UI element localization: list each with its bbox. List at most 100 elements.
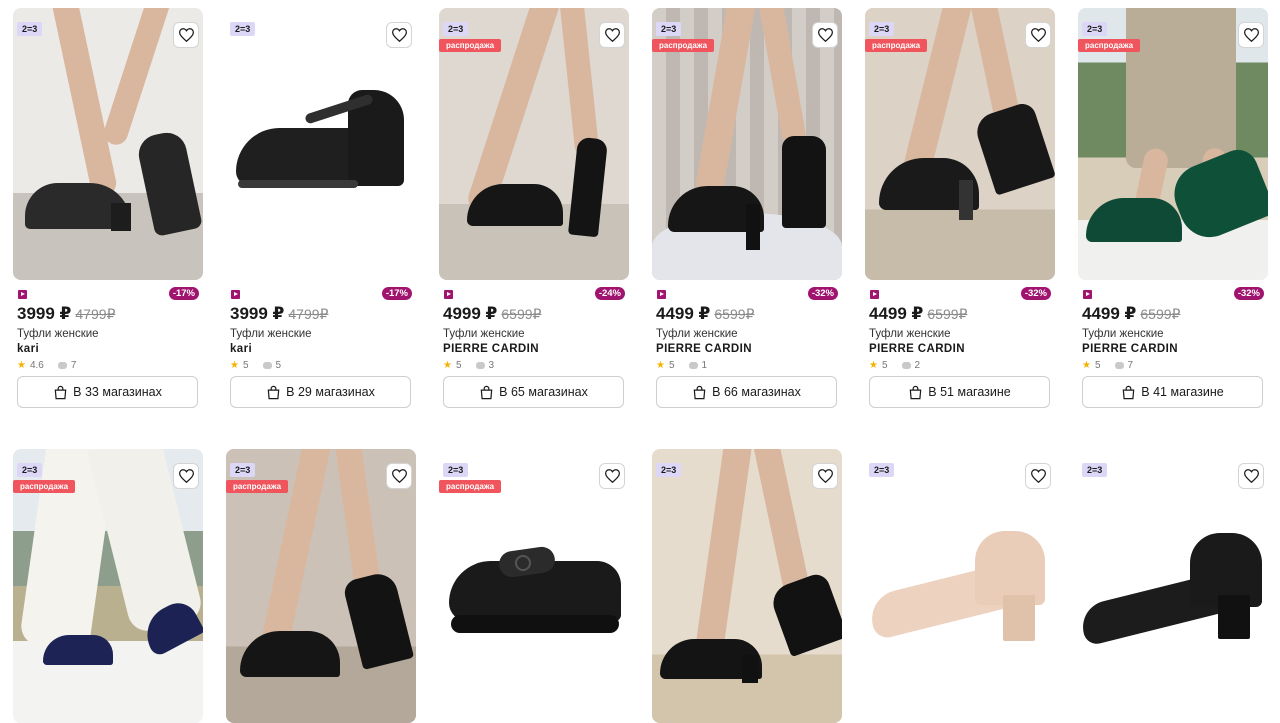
promo-badge: 2=3 (443, 463, 469, 477)
store-availability-button[interactable]: В 41 магазине (1082, 376, 1263, 408)
heart-icon (391, 469, 407, 483)
product-card[interactable]: 2=3 распродажа -32% 4499 ₽6599₽ Туфли же… (1078, 8, 1268, 408)
product-image[interactable]: 2=3 распродажа (652, 8, 842, 280)
product-image[interactable]: 2=3 (1078, 449, 1268, 723)
current-price: 4499 ₽ (1082, 304, 1137, 323)
product-image[interactable]: 2=3 (13, 8, 203, 280)
product-image[interactable]: 2=3 распродажа (439, 449, 629, 723)
promo-badge: 2=3 (17, 22, 43, 36)
favorite-button[interactable] (386, 463, 412, 489)
promo-badge: 2=3 (869, 22, 895, 36)
sale-badge: распродажа (1078, 39, 1141, 52)
store-availability-label: В 66 магазинах (712, 385, 801, 399)
product-image[interactable]: 2=3 распродажа (13, 449, 203, 723)
heart-icon (604, 469, 620, 483)
product-card[interactable]: 2=3 распродажа (13, 449, 203, 723)
star-icon: ★ (869, 360, 878, 371)
product-info: -24% 4999 ₽6599₽ Туфли женские PIERRE CA… (439, 280, 629, 408)
heart-icon (817, 28, 833, 42)
store-availability-button[interactable]: В 33 магазинах (17, 376, 198, 408)
review-count: 2 (914, 360, 921, 371)
promo-badge: 2=3 (656, 22, 682, 36)
store-availability-button[interactable]: В 29 магазинах (230, 376, 411, 408)
current-price: 4499 ₽ (869, 304, 924, 323)
product-image[interactable]: 2=3 распродажа (1078, 8, 1268, 280)
comment-icon (901, 362, 911, 369)
old-price: 4799₽ (75, 306, 116, 322)
product-card[interactable]: 2=3 распродажа -32% 4499 ₽6599₽ Туфли же… (652, 8, 842, 408)
rating-row: ★ 5 5 (230, 360, 281, 371)
favorite-button[interactable] (173, 463, 199, 489)
promo-badge: 2=3 (1082, 463, 1108, 477)
product-card[interactable]: 2=3 (652, 449, 842, 723)
favorite-button[interactable] (812, 22, 838, 48)
review-count: 5 (275, 360, 282, 371)
product-card[interactable]: 2=3 (1078, 449, 1268, 723)
favorite-button[interactable] (812, 463, 838, 489)
product-card[interactable]: 2=3 распродажа (226, 449, 416, 723)
favorite-button[interactable] (599, 463, 625, 489)
product-title[interactable]: Туфли женские (656, 328, 738, 340)
product-card[interactable]: 2=3 -17% 3999 ₽4799₽ Туфли женские kari … (226, 8, 416, 408)
video-badge-icon (657, 290, 666, 299)
review-count: 3 (488, 360, 495, 371)
product-card[interactable]: 2=3 распродажа (439, 449, 629, 723)
product-title[interactable]: Туфли женские (17, 328, 99, 340)
promo-badge: 2=3 (1082, 22, 1108, 36)
product-image[interactable]: 2=3 (865, 449, 1055, 723)
heart-icon (1243, 28, 1259, 42)
favorite-button[interactable] (386, 22, 412, 48)
favorite-button[interactable] (1025, 463, 1051, 489)
rating-row: ★ 5 2 (869, 360, 920, 371)
discount-badge: -32% (807, 287, 838, 300)
product-title[interactable]: Туфли женские (1082, 328, 1164, 340)
shopping-bag-icon (480, 385, 493, 399)
product-info: -17% 3999 ₽4799₽ Туфли женские kari ★ 4.6… (13, 280, 203, 408)
promo-badge: 2=3 (869, 463, 895, 477)
discount-badge: -24% (594, 287, 625, 300)
product-card[interactable]: 2=3 (865, 449, 1055, 723)
heart-icon (178, 469, 194, 483)
rating-value: 5 (1094, 360, 1101, 371)
store-availability-button[interactable]: В 51 магазине (869, 376, 1050, 408)
product-grid: 2=3 -17% 3999 ₽4799₽ Туфли женские kari … (0, 0, 1280, 723)
product-info: -17% 3999 ₽4799₽ Туфли женские kari ★ 5 5 … (226, 280, 416, 408)
product-brand: PIERRE CARDIN (869, 343, 965, 355)
rating-value: 5 (455, 360, 462, 371)
shopping-bag-icon (267, 385, 280, 399)
favorite-button[interactable] (173, 22, 199, 48)
price: 4999 ₽6599₽ (443, 304, 541, 324)
sale-badge: распродажа (865, 39, 928, 52)
favorite-button[interactable] (1025, 22, 1051, 48)
product-image[interactable]: 2=3 распродажа (226, 449, 416, 723)
product-card[interactable]: 2=3 распродажа -32% 4499 ₽6599₽ Туфли же… (865, 8, 1055, 408)
review-count: 7 (70, 360, 77, 371)
product-image[interactable]: 2=3 (226, 8, 416, 280)
product-image[interactable]: 2=3 распродажа (439, 8, 629, 280)
product-title[interactable]: Туфли женские (869, 328, 951, 340)
product-title[interactable]: Туфли женские (443, 328, 525, 340)
star-icon: ★ (656, 360, 665, 371)
favorite-button[interactable] (599, 22, 625, 48)
product-brand: PIERRE CARDIN (1082, 343, 1178, 355)
rating-row: ★ 4.6 7 (17, 360, 76, 371)
store-availability-button[interactable]: В 65 магазинах (443, 376, 624, 408)
product-brand: PIERRE CARDIN (656, 343, 752, 355)
old-price: 6599₽ (1140, 306, 1181, 322)
product-title[interactable]: Туфли женские (230, 328, 312, 340)
product-card[interactable]: 2=3 распродажа -24% 4999 ₽6599₽ Туфли же… (439, 8, 629, 408)
product-image[interactable]: 2=3 (652, 449, 842, 723)
shopping-bag-icon (693, 385, 706, 399)
store-availability-button[interactable]: В 66 магазинах (656, 376, 837, 408)
favorite-button[interactable] (1238, 463, 1264, 489)
star-icon: ★ (1082, 360, 1091, 371)
store-availability-label: В 29 магазинах (286, 385, 375, 399)
product-info: -32% 4499 ₽6599₽ Туфли женские PIERRE CA… (865, 280, 1055, 408)
star-icon: ★ (230, 360, 239, 371)
product-card[interactable]: 2=3 -17% 3999 ₽4799₽ Туфли женские kari … (13, 8, 203, 408)
sale-badge: распродажа (439, 39, 502, 52)
video-badge-icon (870, 290, 879, 299)
product-image[interactable]: 2=3 распродажа (865, 8, 1055, 280)
favorite-button[interactable] (1238, 22, 1264, 48)
discount-badge: -17% (381, 287, 412, 300)
